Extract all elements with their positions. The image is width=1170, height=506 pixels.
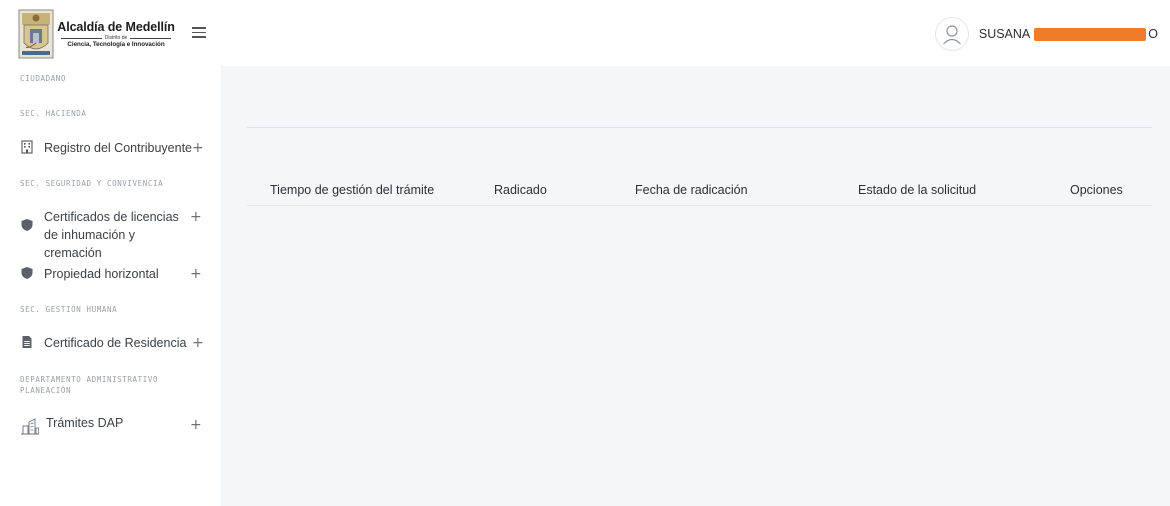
column-header-opciones[interactable]: Opciones xyxy=(1070,183,1123,197)
user-name[interactable]: SUSANA O xyxy=(979,27,1158,41)
redacted-name-block xyxy=(1034,27,1147,41)
sidebar-item-certificado-residencia[interactable]: Certificado de Residencia + xyxy=(20,334,210,352)
expand-plus-icon[interactable]: + xyxy=(190,267,202,281)
hamburger-menu-icon[interactable] xyxy=(192,26,206,38)
content-divider xyxy=(247,127,1152,128)
logo-subtitle: Ciencia, Tecnología e Innovación xyxy=(67,41,165,48)
city-buildings-icon xyxy=(20,417,40,435)
top-bar: Alcaldía de Medellín Distrito de Ciencia… xyxy=(0,0,1170,66)
expand-plus-icon[interactable]: + xyxy=(192,141,204,155)
document-icon xyxy=(20,335,34,349)
sidebar-item-label: Registro del Contribuyente xyxy=(44,141,192,155)
alcaldia-logo[interactable]: Alcaldía de Medellín Distrito de Ciencia… xyxy=(18,8,178,60)
expand-plus-icon[interactable]: + xyxy=(190,210,202,224)
column-header-tiempo-gestion[interactable]: Tiempo de gestión del trámite xyxy=(270,183,434,197)
sidebar-item-label: Trámites DAP xyxy=(46,416,124,430)
user-menu[interactable]: SUSANA O xyxy=(934,17,1158,51)
section-label-ciudadano: CIUDADANO xyxy=(20,74,67,83)
expand-plus-icon[interactable]: + xyxy=(192,336,204,350)
section-label-seguridad: SEC. SEGURIDAD Y CONVIVENCIA xyxy=(20,179,164,188)
section-label-hacienda: SEC. HACIENDA xyxy=(20,109,87,118)
sidebar-item-registro-contribuyente[interactable]: Registro del Contribuyente + xyxy=(20,139,210,157)
logo-divider-right xyxy=(130,37,172,39)
sidebar-item-tramites-dap[interactable]: Trámites DAP + xyxy=(20,416,210,435)
shield-icon xyxy=(20,266,34,280)
sidebar-item-label: Propiedad horizontal xyxy=(44,267,159,281)
section-label-gestion-humana: SEC. GESTIÓN HUMANA xyxy=(20,305,118,314)
shield-icon xyxy=(20,218,34,232)
sidebar-item-label: Certificado de Residencia xyxy=(44,336,187,350)
table-header: Tiempo de gestión del trámite Radicado F… xyxy=(247,171,1152,206)
column-header-fecha-radicacion[interactable]: Fecha de radicación xyxy=(635,183,748,197)
logo-divider-left xyxy=(61,37,102,39)
section-label-planeacion: DEPARTAMENTO ADMINISTRATIVO PLANEACIÓN xyxy=(20,375,159,395)
user-avatar-icon[interactable] xyxy=(934,17,969,51)
user-first-name: SUSANA xyxy=(978,27,1031,41)
building-icon xyxy=(20,140,34,154)
column-header-radicado[interactable]: Radicado xyxy=(494,183,547,197)
sidebar: CIUDADANO SEC. HACIENDA Registro del Con… xyxy=(0,66,221,506)
sidebar-item-propiedad-horizontal[interactable]: Propiedad horizontal + xyxy=(20,265,210,283)
sidebar-item-label: Certificados de licencias de inhumación … xyxy=(44,210,179,260)
column-header-estado-solicitud[interactable]: Estado de la solicitud xyxy=(858,183,976,197)
coat-of-arms-icon xyxy=(18,9,54,59)
main-content: Tiempo de gestión del trámite Radicado F… xyxy=(221,66,1170,506)
sidebar-item-certificados-licencias[interactable]: Certificados de licencias de inhumación … xyxy=(20,208,210,262)
expand-plus-icon[interactable]: + xyxy=(190,418,202,432)
user-name-suffix: O xyxy=(1148,27,1158,41)
logo-text: Alcaldía de Medellín Distrito de Ciencia… xyxy=(57,20,175,48)
logo-title: Alcaldía de Medellín xyxy=(57,20,175,34)
